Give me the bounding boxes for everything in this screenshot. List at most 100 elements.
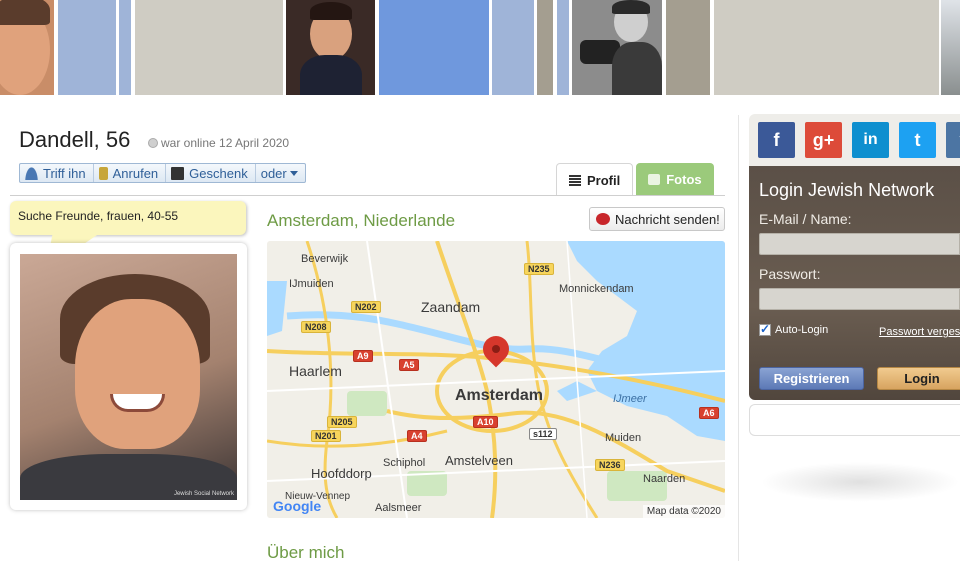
auto-login-toggle[interactable]: Auto-Login <box>759 322 829 336</box>
member-thumb[interactable] <box>119 0 131 95</box>
map-place: Aalsmeer <box>375 502 422 514</box>
road-tag: A6 <box>699 407 719 419</box>
gift-button[interactable]: Geschenk <box>166 164 256 182</box>
chevron-down-icon <box>289 170 298 176</box>
photo-watermark: Jewish Social Network <box>173 491 234 497</box>
send-message-button[interactable]: Nachricht senden! <box>589 207 725 231</box>
auto-login-checkbox[interactable] <box>759 322 771 336</box>
member-thumb[interactable] <box>666 0 710 95</box>
map-place: Amstelveen <box>445 453 513 468</box>
member-thumb[interactable] <box>537 0 553 95</box>
map-place: Beverwijk <box>301 253 349 265</box>
member-thumb[interactable] <box>379 0 489 95</box>
register-button[interactable]: Registrieren <box>759 367 864 390</box>
road-tag: s112 <box>529 428 557 440</box>
meet-button[interactable]: Triff ihn <box>20 164 94 182</box>
phone-icon <box>98 166 108 180</box>
member-thumb[interactable] <box>714 0 939 95</box>
email-field[interactable] <box>759 233 960 255</box>
map-place: IJmeer <box>613 393 647 405</box>
about-heading: Über mich <box>267 543 345 562</box>
map-place: Muiden <box>605 432 642 444</box>
call-button[interactable]: Anrufen <box>94 164 167 182</box>
tab-profil[interactable]: Profil <box>556 163 634 196</box>
location-map[interactable]: Beverwijk IJmuiden Zaandam Monnickendam … <box>267 241 725 518</box>
road-tag: N236 <box>595 459 625 471</box>
status-text: Suche Freunde, frauen, 40-55 <box>18 209 179 223</box>
facebook-icon: f <box>773 129 780 150</box>
vkontakte-login-button[interactable]: v <box>946 122 960 158</box>
profile-photo[interactable]: Jewish Social Network <box>20 254 237 500</box>
road-tag: A10 <box>473 416 498 428</box>
road-tag: A4 <box>407 430 427 442</box>
login-button[interactable]: Login <box>877 367 960 390</box>
header-divider <box>10 195 725 196</box>
road-tag: N205 <box>327 416 357 428</box>
location-heading: Amsterdam, Niederlande <box>267 211 456 230</box>
more-actions-dropdown[interactable]: oder <box>256 164 305 182</box>
road-tag: N202 <box>351 301 381 313</box>
status-bubble: Suche Freunde, frauen, 40-55 <box>10 201 246 235</box>
linkedin-login-button[interactable]: in <box>852 122 889 158</box>
member-thumb[interactable] <box>572 0 662 95</box>
map-place: Naarden <box>643 473 686 485</box>
password-field[interactable] <box>759 288 960 310</box>
gift-label: Geschenk <box>189 165 248 181</box>
tab-fotos-label: Fotos <box>666 172 702 187</box>
member-thumb[interactable] <box>58 0 116 95</box>
road-tag: N208 <box>301 321 331 333</box>
decorative-shadow <box>760 462 960 502</box>
road-tag: A9 <box>353 350 373 362</box>
meet-label: Triff ihn <box>43 165 86 181</box>
member-thumb[interactable] <box>0 0 54 95</box>
twitter-login-button[interactable]: t <box>899 122 936 158</box>
twitter-icon: t <box>914 129 921 150</box>
member-thumb[interactable] <box>941 0 960 95</box>
tab-fotos[interactable]: Fotos <box>636 163 714 196</box>
person-icon <box>25 166 38 180</box>
profile-name: Dandell, 56 <box>19 127 131 152</box>
forgot-password-link[interactable]: Passwort verges <box>879 326 960 338</box>
sidebar-empty-box <box>749 404 960 436</box>
action-button-group: Triff ihn Anrufen Geschenk oder <box>19 163 306 183</box>
road-tag: A5 <box>399 359 419 371</box>
map-place: Monnickendam <box>559 283 634 295</box>
photo-face <box>75 299 200 449</box>
email-label: E-Mail / Name: <box>759 211 852 227</box>
offline-dot-icon <box>148 138 158 148</box>
social-login-bar: f g+ in t v <box>749 114 960 166</box>
password-label: Passwort: <box>759 266 821 282</box>
road-tag: N235 <box>524 263 554 275</box>
map-place: Amsterdam <box>455 387 544 404</box>
map-attribution: Map data ©2020 <box>642 505 725 518</box>
linkedin-icon: in <box>863 131 878 148</box>
login-title: Login Jewish Network <box>759 180 935 200</box>
google-logo: Google <box>273 498 322 514</box>
road-tag: N201 <box>311 430 341 442</box>
map-place: Schiphol <box>383 457 426 469</box>
login-panel: Login Jewish Network E-Mail / Name: Pass… <box>749 166 960 400</box>
member-thumb[interactable] <box>135 0 283 95</box>
googleplus-icon: g+ <box>812 129 835 150</box>
more-label: oder <box>260 165 287 181</box>
map-place: Zaandam <box>421 299 481 315</box>
list-icon <box>569 175 581 186</box>
map-place: IJmuiden <box>289 278 334 290</box>
tab-profil-label: Profil <box>587 173 621 188</box>
profile-tabs: Profil Fotos <box>556 163 714 196</box>
member-thumb[interactable] <box>492 0 534 95</box>
member-thumb[interactable] <box>286 0 375 95</box>
photo-strip <box>0 0 960 95</box>
member-thumb[interactable] <box>557 0 569 95</box>
column-divider <box>738 115 739 561</box>
call-label: Anrufen <box>112 165 159 181</box>
gift-icon <box>171 166 185 180</box>
facebook-login-button[interactable]: f <box>758 122 795 158</box>
map-place: Hoofddorp <box>311 466 372 481</box>
online-status: war online 12 April 2020 <box>148 136 289 150</box>
speech-bubble-icon <box>596 213 610 225</box>
online-status-text: war online 12 April 2020 <box>161 136 290 150</box>
profile-photo-card: Jewish Social Network <box>10 243 247 510</box>
googleplus-login-button[interactable]: g+ <box>805 122 842 158</box>
auto-login-label: Auto-Login <box>775 324 829 336</box>
